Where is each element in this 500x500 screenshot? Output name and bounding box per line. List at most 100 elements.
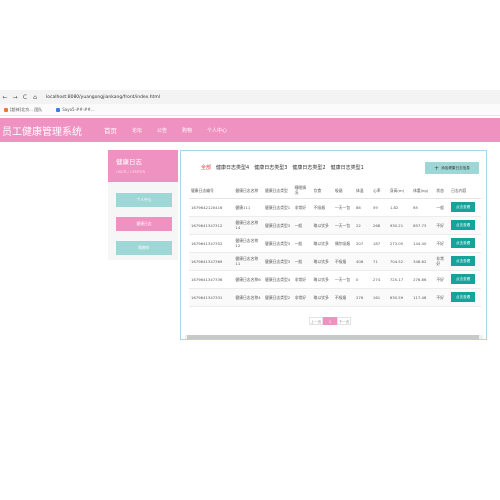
scrollbar-thumb[interactable] [187, 335, 479, 339]
cell: 161 [370, 288, 388, 307]
cell: 276.86 [411, 270, 435, 289]
cell: 一般 [292, 216, 312, 235]
cell: 健康日志类型2 [263, 288, 293, 307]
cell: 725.17 [387, 270, 412, 289]
cell: 点击查看 [449, 216, 481, 235]
cell: 健康日志名称4 [233, 288, 264, 307]
horizontal-scrollbar[interactable] [185, 335, 483, 339]
cell: 1.82 [387, 198, 412, 217]
bookmark-item[interactable]: Sayo5-##·##... [56, 107, 95, 112]
cell: 非常好 [434, 252, 450, 271]
column-header: 日志内容 [449, 183, 481, 199]
cell: 86 [353, 198, 371, 217]
cell: 187 [370, 234, 388, 253]
cell: 59 [370, 198, 388, 217]
cell: 不好 [434, 216, 450, 235]
site-title: 员工健康管理系统 [2, 126, 82, 138]
cell: 不好 [434, 270, 450, 289]
cell: 不吸烟 [332, 288, 354, 307]
cell: 117.48 [411, 288, 435, 307]
cell: 略以饮多 [311, 252, 333, 271]
page-button-current[interactable]: 1 [323, 317, 337, 325]
cell: 健康日志类型3 [263, 234, 293, 253]
filter-type-3[interactable]: 健康日志类型3 [254, 164, 287, 171]
filter-type-2[interactable]: 健康日志类型2 [292, 164, 325, 171]
filter-type-4[interactable]: 健康日志类型4 [216, 164, 249, 171]
cell: 不好 [434, 234, 450, 253]
next-page-button[interactable]: 下一页 [337, 317, 351, 325]
view-details-button[interactable]: 点击查看 [451, 238, 476, 248]
table-row: 1679641347352 健康日志名称12 健康日志类型3 一般 略以饮多 偶… [189, 234, 481, 253]
column-header: 吸烟 [332, 183, 354, 199]
sidebar-item-cart[interactable]: 购物车 [116, 241, 172, 255]
menu-item-forum[interactable]: 论坛 [132, 127, 142, 134]
cell: 略以饮多 [311, 234, 333, 253]
home-icon[interactable]: ⌂ [30, 94, 40, 101]
cell: 健康日志类型3 [263, 252, 293, 271]
cell: 不好 [434, 288, 450, 307]
cell: 一天一包 [332, 270, 354, 289]
cell: 268 [370, 216, 388, 235]
cell: 不吸烟 [311, 198, 333, 217]
cell: 一般 [434, 198, 450, 217]
sidebar-item-profile[interactable]: 个人中心 [116, 193, 172, 207]
column-header: 饮食 [311, 183, 333, 199]
pagination: 上一页 1 下一页 [309, 317, 351, 325]
bookmark-icon [56, 107, 61, 112]
column-header: 睡眠情况 [292, 183, 312, 199]
sidebar-header: 健康日志 USER / CENTER [108, 150, 178, 182]
cell: 健康日志类型3 [263, 216, 293, 235]
view-details-button[interactable]: 点击查看 [451, 202, 476, 212]
column-header: 健康日志编号 [189, 183, 234, 199]
filter-all[interactable]: 全部 [201, 164, 211, 171]
column-header: 健康日志类型 [263, 183, 293, 199]
cell: 非常好 [292, 270, 312, 289]
prev-page-button[interactable]: 上一页 [309, 317, 323, 325]
table-row: 1679642120416 健康111 健康日志类型1 非常好 不吸烟 一天一包… [189, 198, 481, 217]
cell: 1679641347312 [189, 216, 234, 235]
cell: 健康111 [233, 198, 264, 217]
address-bar[interactable]: localhost:8080/yuangongjiankang/front/in… [46, 95, 160, 100]
cell: 408 [353, 252, 371, 271]
cell: 偶尔吸烟 [332, 234, 354, 253]
cell: 健康日志名称11 [233, 252, 264, 271]
cell: 略以饮多 [311, 216, 333, 235]
view-details-button[interactable]: 点击查看 [451, 220, 476, 230]
table-row: 1679641347312 健康日志名称14 健康日志类型3 一般 略以饮多 一… [189, 216, 481, 235]
cell: 274 [370, 270, 388, 289]
cell: 704.52 [387, 252, 412, 271]
menu-item-announcement[interactable]: 公告 [157, 127, 167, 134]
cell: 略以饮多 [311, 288, 333, 307]
health-log-table: 健康日志编号 健康日志名称 健康日志类型 睡眠情况 饮食 吸烟 体温 心率 身高… [189, 183, 481, 307]
table-row: 1679641347336 健康日志名称6 健康日志类型4 非常好 略以饮多 一… [189, 270, 481, 289]
cell: 一天一包 [332, 216, 354, 235]
cell: 276 [353, 288, 371, 307]
browser-toolbar: ← → C ⌂ localhost:8080/yuangongjiankang/… [0, 90, 500, 104]
view-details-button[interactable]: 点击查看 [451, 292, 476, 302]
cell: 点击查看 [449, 252, 481, 271]
cell: 930.21 [387, 216, 412, 235]
cell: 1679641347336 [189, 270, 234, 289]
cell: 非常好 [292, 198, 312, 217]
cell: 点击查看 [449, 234, 481, 253]
filter-type-1[interactable]: 健康日志类型1 [331, 164, 364, 171]
view-details-button[interactable]: 点击查看 [451, 256, 476, 266]
cell: 630.59 [387, 288, 412, 307]
table-header-row: 健康日志编号 健康日志名称 健康日志类型 睡眠情况 饮食 吸烟 体温 心率 身高… [189, 183, 481, 199]
add-health-log-button[interactable]: + 添加健康日志信息 [425, 162, 479, 174]
menu-item-shopping[interactable]: 购物 [182, 127, 192, 134]
cell: 0 [353, 270, 371, 289]
reload-icon[interactable]: C [20, 94, 30, 101]
sidebar-item-health-log[interactable]: 健康日志 [116, 217, 172, 231]
cell: 健康日志类型1 [263, 198, 293, 217]
bookmark-item[interactable]: [超神]北京... 团队 [4, 107, 42, 113]
back-icon[interactable]: ← [0, 94, 10, 101]
table-row: 1679641347331 健康日志名称4 健康日志类型2 非常好 略以饮多 不… [189, 288, 481, 307]
view-details-button[interactable]: 点击查看 [451, 274, 476, 284]
table-body: 1679642120416 健康111 健康日志类型1 非常好 不吸烟 一天一包… [189, 198, 481, 307]
menu-item-profile[interactable]: 个人中心 [207, 127, 227, 134]
forward-icon[interactable]: → [10, 94, 20, 101]
menu-item-home[interactable]: 首页 [104, 125, 117, 135]
cell: 健康日志名称14 [233, 216, 264, 235]
sidebar-subtitle: USER / CENTER [116, 169, 146, 174]
